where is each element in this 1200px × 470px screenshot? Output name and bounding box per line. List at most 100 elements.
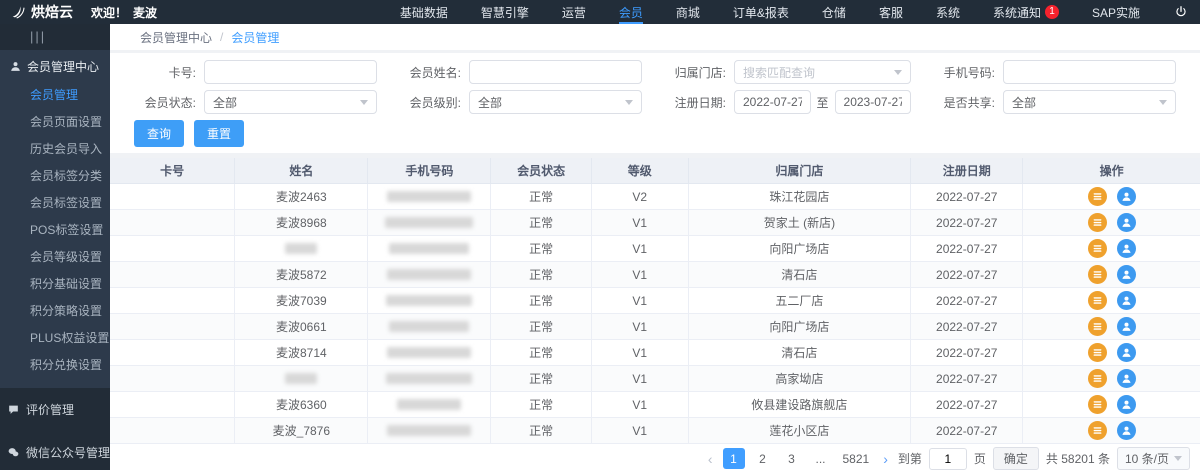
register-date-from-input[interactable] (734, 90, 811, 114)
cell-name: 麦波5872 (235, 262, 368, 288)
page-button-2[interactable]: 2 (752, 448, 774, 469)
member-detail-list-icon[interactable] (1088, 317, 1107, 336)
nav-item-service[interactable]: 客服 (879, 0, 903, 24)
reset-button[interactable]: 重置 (194, 120, 244, 147)
nav-item-basic-data[interactable]: 基础数据 (400, 0, 448, 24)
nav-item-sap[interactable]: SAP实施 (1092, 0, 1140, 24)
page-button-3[interactable]: 3 (781, 448, 803, 469)
breadcrumb-current[interactable]: 会员管理 (231, 29, 279, 46)
cell-status: 正常 (491, 236, 591, 262)
member-profile-icon[interactable] (1117, 343, 1136, 362)
masked-phone (387, 191, 471, 202)
pagination: ‹ 1 2 3 ... 5821 › 到第 页 确定 共 58201 条 10 … (110, 444, 1200, 470)
member-detail-list-icon[interactable] (1088, 187, 1107, 206)
nav-item-warehouse[interactable]: 仓储 (822, 0, 846, 24)
cell-level: V1 (592, 392, 689, 418)
cell-level: V1 (592, 314, 689, 340)
member-profile-icon[interactable] (1117, 421, 1136, 440)
store-select[interactable]: 搜索匹配查询 (734, 60, 911, 84)
nav-item-notifications[interactable]: 系统通知 1 (993, 0, 1059, 24)
sidebar-group-title[interactable]: 会员管理中心 (0, 58, 110, 75)
shared-select[interactable]: 全部 (1003, 90, 1176, 114)
cell-card-no (110, 210, 235, 236)
page-ellipsis: ... (810, 448, 832, 469)
table-row: 麦波2463正常V2珠江花园店2022-07-27 (110, 184, 1200, 210)
table-row: 麦波8714正常V1清石店2022-07-27 (110, 340, 1200, 366)
chevron-down-icon (894, 70, 902, 75)
sidebar: ||| 会员管理中心 会员管理 会员页面设置 历史会员导入 会员标签分类 会员标… (0, 24, 110, 470)
cell-register-date: 2022-07-27 (911, 418, 1023, 444)
search-button[interactable]: 查询 (134, 120, 184, 147)
nav-item-smart-engine[interactable]: 智慧引擎 (481, 0, 529, 24)
member-detail-list-icon[interactable] (1088, 343, 1107, 362)
member-profile-icon[interactable] (1117, 239, 1136, 258)
member-profile-icon[interactable] (1117, 187, 1136, 206)
member-profile-icon[interactable] (1117, 213, 1136, 232)
prev-page-icon[interactable]: ‹ (705, 451, 716, 467)
sidebar-item-member-page[interactable]: 会员页面设置 (0, 108, 110, 135)
member-profile-icon[interactable] (1117, 291, 1136, 310)
member-detail-list-icon[interactable] (1088, 291, 1107, 310)
breadcrumb-parent[interactable]: 会员管理中心 (140, 29, 212, 46)
member-detail-list-icon[interactable] (1088, 395, 1107, 414)
sidebar-item-member-manage[interactable]: 会员管理 (0, 81, 110, 108)
card-no-input[interactable] (204, 60, 377, 84)
nav-item-orders-reports[interactable]: 订单&报表 (733, 0, 789, 24)
cell-name (235, 366, 368, 392)
phone-input[interactable] (1003, 60, 1176, 84)
member-profile-icon[interactable] (1117, 317, 1136, 336)
table-header-row: 卡号 姓名 手机号码 会员状态 等级 归属门店 注册日期 操作 (110, 158, 1200, 184)
member-detail-list-icon[interactable] (1088, 421, 1107, 440)
cell-actions (1023, 210, 1200, 236)
member-detail-list-icon[interactable] (1088, 265, 1107, 284)
sidebar-item-plus-rights[interactable]: PLUS权益设置 (0, 324, 110, 351)
cell-store: 攸县建设路旗舰店 (689, 392, 911, 418)
page-button-last[interactable]: 5821 (839, 448, 874, 469)
cell-phone (368, 184, 491, 210)
member-name-input[interactable] (469, 60, 642, 84)
member-status-select[interactable]: 全部 (204, 90, 377, 114)
sidebar-item-points-strategy[interactable]: 积分策略设置 (0, 297, 110, 324)
nav-item-system[interactable]: 系统 (936, 0, 960, 24)
member-level-select[interactable]: 全部 (469, 90, 642, 114)
sidebar-item-wechat[interactable]: 微信公众号管理 (0, 431, 110, 470)
member-detail-list-icon[interactable] (1088, 239, 1107, 258)
member-profile-icon[interactable] (1117, 265, 1136, 284)
cell-register-date: 2022-07-27 (911, 288, 1023, 314)
cell-card-no (110, 262, 235, 288)
cell-phone (368, 366, 491, 392)
page-button-1[interactable]: 1 (723, 448, 745, 469)
table-row: 正常V1向阳广场店2022-07-27 (110, 236, 1200, 262)
sidebar-item-history-import[interactable]: 历史会员导入 (0, 135, 110, 162)
sidebar-item-points-base[interactable]: 积分基础设置 (0, 270, 110, 297)
next-page-icon[interactable]: › (880, 451, 891, 467)
sidebar-item-level-setting[interactable]: 会员等级设置 (0, 243, 110, 270)
field-phone: 手机号码: (933, 60, 1176, 84)
sidebar-collapse-icon[interactable]: ||| (0, 24, 110, 50)
nav-item-mall[interactable]: 商城 (676, 0, 700, 24)
page-size-select[interactable]: 10 条/页 (1117, 447, 1190, 470)
cell-store: 珠江花园店 (689, 184, 911, 210)
chevron-down-icon (1174, 456, 1182, 461)
cell-register-date: 2022-07-27 (911, 262, 1023, 288)
nav-item-operation[interactable]: 运营 (562, 0, 586, 24)
cell-card-no (110, 236, 235, 262)
sidebar-item-points-exchange[interactable]: 积分兑换设置 (0, 351, 110, 378)
member-profile-icon[interactable] (1117, 369, 1136, 388)
sidebar-item-tag-category[interactable]: 会员标签分类 (0, 162, 110, 189)
member-detail-list-icon[interactable] (1088, 369, 1107, 388)
cell-actions (1023, 314, 1200, 340)
cell-register-date: 2022-07-27 (911, 314, 1023, 340)
nav-item-member[interactable]: 会员 (619, 0, 643, 24)
sidebar-item-pos-tag[interactable]: POS标签设置 (0, 216, 110, 243)
sidebar-item-evaluation[interactable]: 评价管理 (0, 388, 110, 431)
goto-page-input[interactable] (929, 448, 967, 470)
register-date-to-input[interactable] (835, 90, 912, 114)
sidebar-item-tag-setting[interactable]: 会员标签设置 (0, 189, 110, 216)
member-profile-icon[interactable] (1117, 395, 1136, 414)
chevron-down-icon (625, 100, 633, 105)
cell-register-date: 2022-07-27 (911, 236, 1023, 262)
goto-confirm-button[interactable]: 确定 (993, 447, 1039, 470)
logout-power-icon[interactable] (1174, 5, 1200, 19)
member-detail-list-icon[interactable] (1088, 213, 1107, 232)
